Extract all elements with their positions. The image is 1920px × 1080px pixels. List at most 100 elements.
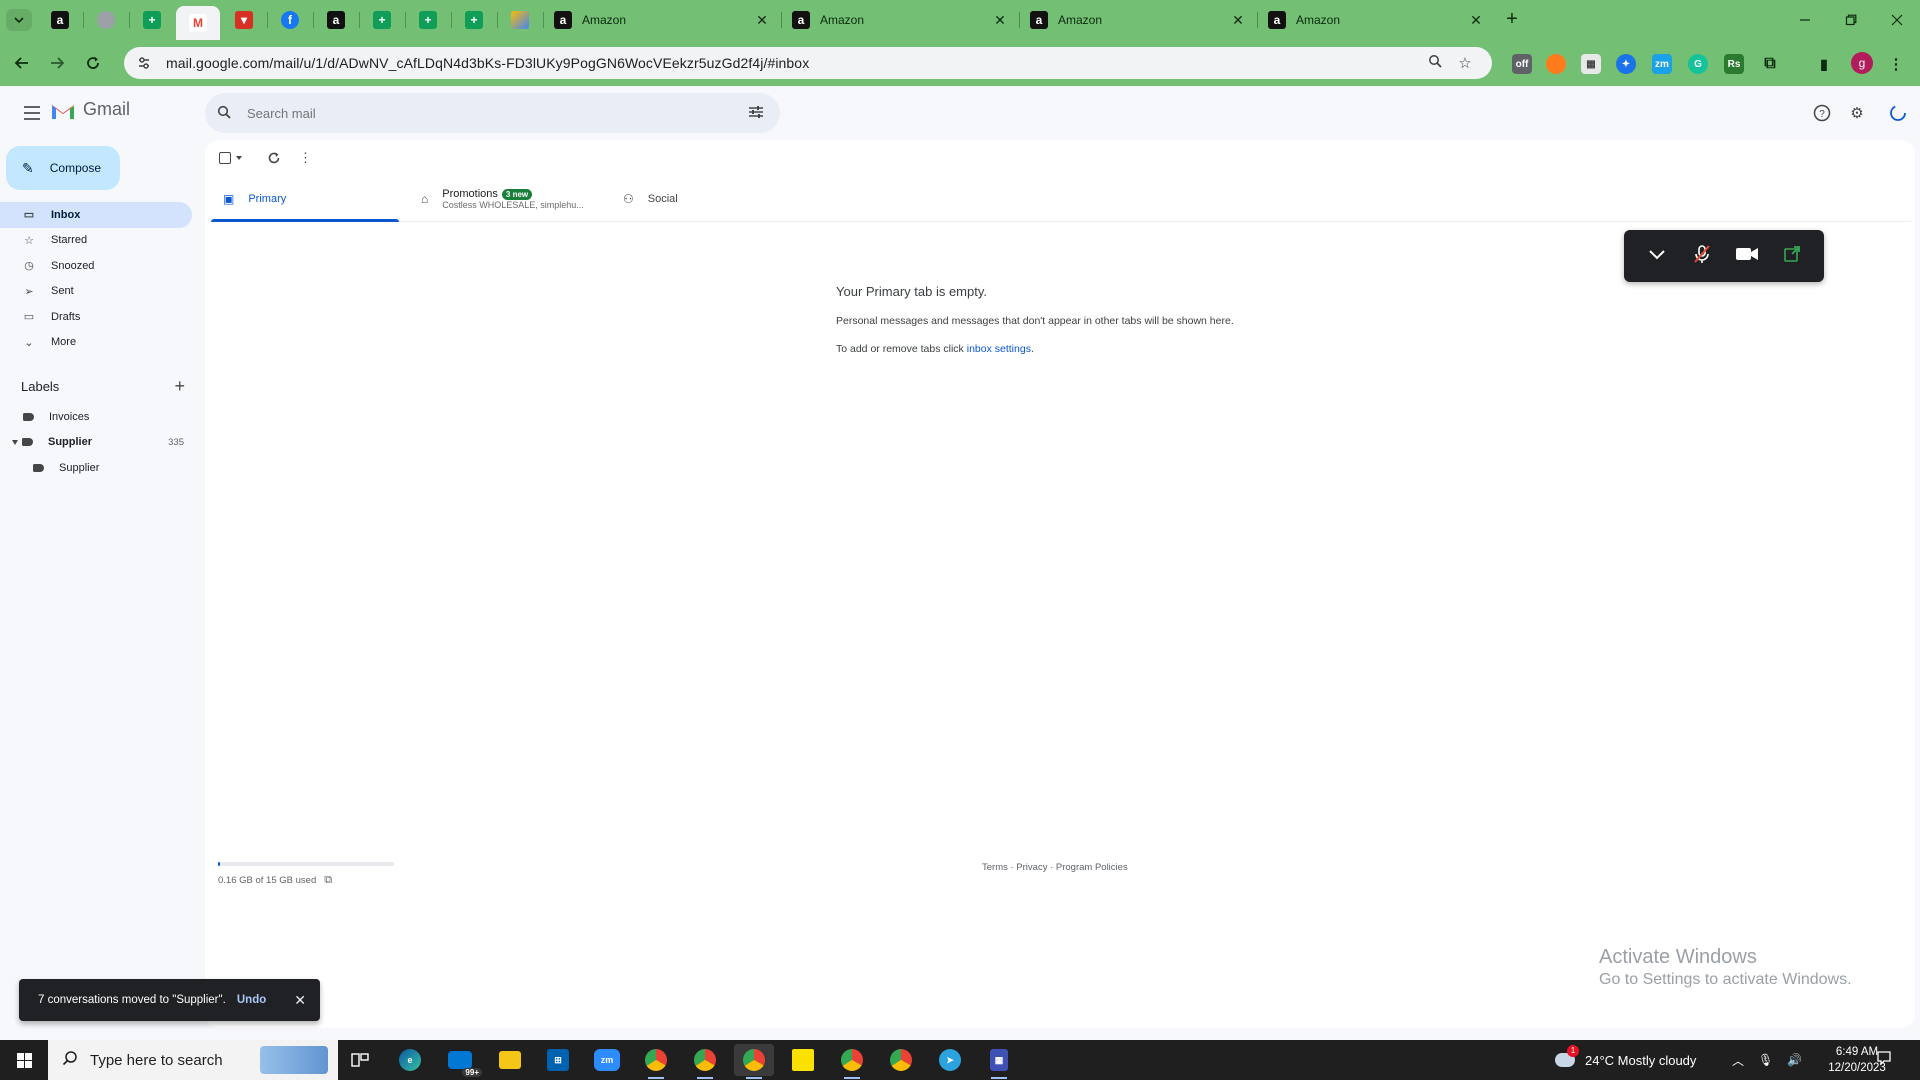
- nav-item-snoozed[interactable]: ◷ Snoozed: [0, 253, 192, 279]
- tab-social[interactable]: ⚇ Social: [623, 176, 803, 222]
- extension-blue-icon[interactable]: ✦: [1616, 54, 1636, 74]
- mic-off-icon[interactable]: [1687, 244, 1717, 269]
- mail-search-bar[interactable]: [205, 93, 780, 133]
- store-icon[interactable]: ⊞: [538, 1044, 578, 1076]
- main-menu-icon[interactable]: [20, 101, 44, 125]
- open-external-icon[interactable]: [1777, 245, 1807, 268]
- expand-caret-icon[interactable]: [12, 439, 18, 445]
- new-tab-button[interactable]: +: [1500, 8, 1524, 32]
- close-tab-icon[interactable]: ✕: [1468, 12, 1484, 29]
- undo-button[interactable]: Undo: [237, 994, 266, 1006]
- chrome-profile-4-icon[interactable]: [832, 1044, 872, 1079]
- open-in-new-icon[interactable]: ⧉: [324, 874, 332, 887]
- mail-app-icon[interactable]: 99+: [440, 1044, 482, 1077]
- chrome-profile-2-icon[interactable]: [685, 1044, 725, 1079]
- more-options-icon[interactable]: ⋮: [299, 148, 312, 168]
- forward-button[interactable]: [44, 50, 70, 76]
- notifications-icon[interactable]: [1874, 1050, 1894, 1070]
- create-label-plus-icon[interactable]: +: [174, 376, 185, 397]
- help-icon[interactable]: ?: [1810, 101, 1834, 125]
- label-supplier[interactable]: Supplier 335: [12, 431, 184, 453]
- nav-item-sent[interactable]: ➢ Sent: [0, 279, 192, 305]
- url-text[interactable]: mail.google.com/mail/u/1/d/ADwNV_cAfLDqN…: [166, 55, 1420, 71]
- nav-item-starred[interactable]: ☆ Starred: [0, 228, 192, 254]
- speaker-icon[interactable]: 🔊: [1787, 1053, 1802, 1067]
- file-explorer-icon[interactable]: [490, 1044, 530, 1076]
- site-info-icon[interactable]: [136, 55, 152, 71]
- video-camera-icon[interactable]: [1732, 246, 1762, 267]
- pinned-tab-colorful-app[interactable]: [498, 6, 542, 34]
- compose-button[interactable]: ✎ Compose: [6, 146, 120, 190]
- close-window-button[interactable]: [1874, 0, 1920, 40]
- chrome-profile-5-icon[interactable]: [881, 1044, 921, 1076]
- gmail-wordmark[interactable]: Gmail: [83, 99, 130, 120]
- pinned-tab-gmail-active[interactable]: M: [176, 6, 220, 40]
- settings-gear-icon[interactable]: ⚙: [1845, 101, 1869, 125]
- footer-links[interactable]: Terms · Privacy · Program Policies: [982, 862, 1128, 873]
- taskbar-search-box[interactable]: Type here to search: [48, 1040, 338, 1080]
- tab-search-chevron-icon[interactable]: [6, 9, 32, 31]
- show-hidden-icons-chevron-icon[interactable]: ︿: [1732, 1052, 1744, 1069]
- calculator-icon[interactable]: ▦: [979, 1044, 1019, 1079]
- address-bar[interactable]: mail.google.com/mail/u/1/d/ADwNV_cAfLDqN…: [124, 47, 1492, 79]
- telegram-icon[interactable]: ➤: [930, 1044, 970, 1076]
- sticky-notes-icon[interactable]: [783, 1044, 823, 1076]
- zoom-app-icon[interactable]: zm: [587, 1044, 627, 1076]
- profile-avatar[interactable]: g: [1851, 52, 1873, 74]
- browser-tab-amazon-3[interactable]: a Amazon ✕: [1022, 6, 1254, 34]
- nav-item-inbox[interactable]: ▭ Inbox: [0, 202, 192, 228]
- pinned-tab-red-app[interactable]: ▾: [222, 6, 266, 34]
- select-all-checkbox[interactable]: [219, 148, 243, 168]
- pinned-tab-sheets[interactable]: +: [130, 6, 174, 34]
- tab-promotions[interactable]: ⌂ Promotions 3 new Costless WHOLESALE, s…: [421, 176, 611, 222]
- start-button[interactable]: [0, 1040, 48, 1080]
- restore-window-button[interactable]: [1828, 0, 1874, 40]
- label-invoices[interactable]: Invoices: [23, 406, 183, 428]
- label-supplier-sub[interactable]: Supplier: [33, 457, 183, 479]
- search-icon[interactable]: [217, 105, 237, 122]
- refresh-icon[interactable]: [267, 148, 281, 168]
- chrome-profile-active-icon[interactable]: [734, 1044, 774, 1079]
- pinned-tab-amazon[interactable]: a: [38, 6, 82, 34]
- browser-menu-icon[interactable]: ⋮: [1886, 54, 1906, 74]
- edge-icon[interactable]: e: [390, 1044, 430, 1076]
- close-icon[interactable]: ✕: [294, 992, 306, 1009]
- reload-button[interactable]: [80, 50, 106, 76]
- pinned-tab-amazon-2[interactable]: a: [314, 6, 358, 34]
- extension-zm-icon[interactable]: zm: [1652, 54, 1672, 74]
- extension-rs-icon[interactable]: Rs: [1724, 54, 1744, 74]
- inbox-settings-link[interactable]: inbox settings: [967, 343, 1031, 355]
- extensions-puzzle-icon[interactable]: ⧉: [1760, 54, 1780, 74]
- side-panel-icon[interactable]: ▮: [1814, 54, 1834, 74]
- bookmark-star-icon[interactable]: ☆: [1450, 54, 1480, 72]
- nav-item-more[interactable]: ⌄ More: [0, 330, 192, 356]
- gmail-logo-icon[interactable]: [50, 101, 76, 121]
- search-options-icon[interactable]: [748, 105, 768, 122]
- search-input[interactable]: [247, 105, 748, 121]
- task-view-icon[interactable]: [340, 1044, 380, 1076]
- weather-widget[interactable]: 24°C Mostly cloudy: [1555, 1040, 1696, 1080]
- zoom-icon[interactable]: [1420, 54, 1450, 72]
- microphone-icon[interactable]: 🎙: [1758, 1053, 1773, 1067]
- collapse-chevron-icon[interactable]: [1642, 247, 1672, 265]
- nav-item-drafts[interactable]: ▭ Drafts: [0, 304, 192, 330]
- browser-tab-amazon-4[interactable]: a Amazon ✕: [1260, 6, 1492, 34]
- pinned-tab-sheets-3[interactable]: +: [406, 6, 450, 34]
- close-tab-icon[interactable]: ✕: [754, 12, 770, 29]
- account-icon[interactable]: [1886, 101, 1910, 125]
- chrome-icon[interactable]: [636, 1044, 676, 1079]
- close-tab-icon[interactable]: ✕: [992, 12, 1008, 29]
- back-button[interactable]: [9, 50, 35, 76]
- grammarly-icon[interactable]: G: [1688, 54, 1708, 74]
- pinned-tab-sheets-4[interactable]: +: [452, 6, 496, 34]
- extension-coupon-icon[interactable]: off: [1512, 54, 1532, 74]
- browser-tab-amazon-1[interactable]: a Amazon ✕: [546, 6, 778, 34]
- browser-tab-amazon-2[interactable]: a Amazon ✕: [784, 6, 1016, 34]
- pinned-tab-sheets-2[interactable]: +: [360, 6, 404, 34]
- extension-orange-icon[interactable]: [1546, 54, 1566, 74]
- pinned-tab-globe[interactable]: [84, 6, 128, 34]
- minimize-window-button[interactable]: [1782, 0, 1828, 40]
- tab-primary[interactable]: ▣ Primary: [211, 176, 399, 222]
- extension-grid-icon[interactable]: ▦: [1581, 54, 1601, 74]
- pinned-tab-facebook[interactable]: f: [268, 6, 312, 34]
